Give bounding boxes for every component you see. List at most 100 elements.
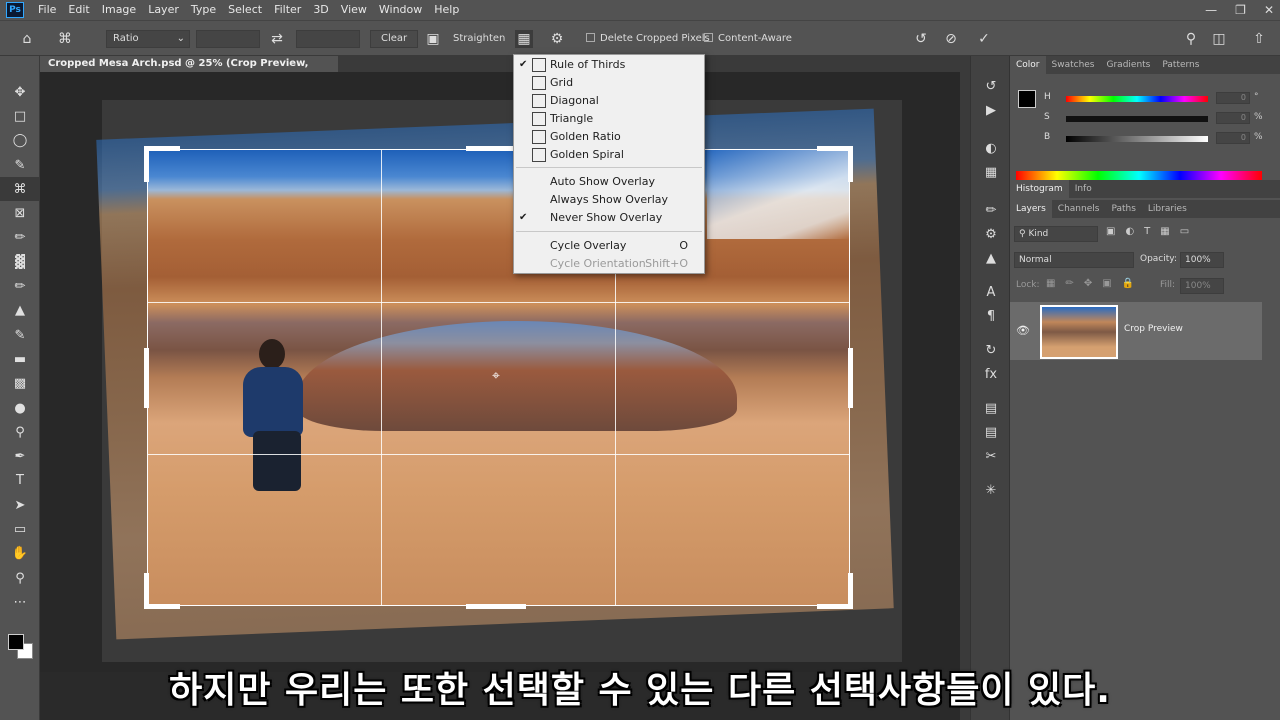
blur-tool-icon[interactable]: ● xyxy=(0,396,40,420)
rectangle-tool-icon[interactable]: ▭ xyxy=(0,517,40,541)
menu-help[interactable]: Help xyxy=(428,0,465,20)
cancel-icon[interactable]: ⊘ xyxy=(942,30,960,48)
marquee-tool-icon[interactable]: □ xyxy=(0,104,40,128)
notes-icon[interactable]: ▤ xyxy=(971,396,1011,420)
character-icon[interactable]: A xyxy=(971,280,1011,304)
crop-handle-top-left[interactable] xyxy=(144,146,180,151)
properties-icon[interactable]: ▦ xyxy=(971,160,1011,184)
brush-settings-icon[interactable]: ⚙ xyxy=(971,222,1011,246)
gradient-tool-icon[interactable]: ▩ xyxy=(0,372,40,396)
tools-scissors-icon[interactable]: ✂ xyxy=(971,444,1011,468)
crop-handle-left[interactable] xyxy=(144,348,149,408)
close-icon[interactable]: ✕ xyxy=(1264,3,1274,17)
move-tool-icon[interactable]: ✥ xyxy=(0,80,40,104)
tab-histogram[interactable]: Histogram xyxy=(1010,180,1069,198)
menu-select[interactable]: Select xyxy=(222,0,268,20)
brightness-slider[interactable]: B 0 % xyxy=(1044,132,1263,146)
history-icon[interactable]: ↺ xyxy=(971,74,1011,98)
quick-select-tool-icon[interactable]: ✎ xyxy=(0,153,40,177)
hue-slider[interactable]: H 0 ° xyxy=(1044,92,1259,106)
brush-tool-icon[interactable]: ✏ xyxy=(0,274,40,298)
zoom-tool-icon[interactable]: ⚲ xyxy=(0,566,40,590)
lock-icons[interactable]: ▦✏✥▣🔒 xyxy=(1046,278,1144,289)
scroll-strip[interactable] xyxy=(960,56,970,720)
menu-diagonal[interactable]: Diagonal xyxy=(514,92,704,110)
brushes-icon[interactable]: ✏ xyxy=(971,198,1011,222)
overlay-grid-icon[interactable]: ▦ xyxy=(515,30,533,48)
swap-icon[interactable]: ⇄ xyxy=(268,30,286,48)
restore-icon[interactable]: ❐ xyxy=(1235,3,1246,17)
tab-layers[interactable]: Layers xyxy=(1010,200,1052,218)
tab-patterns[interactable]: Patterns xyxy=(1156,56,1205,74)
menu-never-show-overlay[interactable]: ✔ Never Show Overlay xyxy=(514,209,704,227)
hand-tool-icon[interactable]: ✋ xyxy=(0,542,40,566)
opacity-field[interactable]: 100% xyxy=(1180,252,1224,268)
workspace-icon[interactable]: ◫ xyxy=(1210,30,1228,48)
tab-gradients[interactable]: Gradients xyxy=(1101,56,1157,74)
menu-3d[interactable]: 3D xyxy=(307,0,334,20)
menu-rule-of-thirds[interactable]: ✔ Rule of Thirds xyxy=(514,56,704,74)
menu-triangle[interactable]: Triangle xyxy=(514,110,704,128)
tab-color[interactable]: Color xyxy=(1010,56,1046,74)
crop-handle-bottom[interactable] xyxy=(466,604,526,609)
crop-handle-right[interactable] xyxy=(848,348,853,408)
content-aware-checkbox[interactable]: Content-Aware xyxy=(704,30,792,48)
layer-kind-filter[interactable]: ⚲ Kind xyxy=(1014,226,1098,242)
timeline-icon[interactable]: ↻ xyxy=(971,338,1011,362)
color-swatches[interactable] xyxy=(8,634,34,660)
menu-type[interactable]: Type xyxy=(185,0,222,20)
menu-window[interactable]: Window xyxy=(373,0,428,20)
menu-image[interactable]: Image xyxy=(96,0,142,20)
menu-cycle-overlay[interactable]: Cycle Overlay O xyxy=(514,237,704,255)
settings-gear-icon[interactable]: ⚙ xyxy=(548,30,566,48)
canvas-area[interactable]: ⌖ xyxy=(40,72,960,672)
menu-file[interactable]: File xyxy=(32,0,62,20)
type-tool-icon[interactable]: T xyxy=(0,469,40,493)
crop-tool-preset-icon[interactable]: ⌘ xyxy=(56,30,74,48)
crop-tool-icon[interactable]: ⌘ xyxy=(0,177,40,202)
fg-color-chip[interactable] xyxy=(1018,90,1036,108)
commit-check-icon[interactable]: ✓ xyxy=(975,30,993,48)
reset-icon[interactable]: ↺ xyxy=(912,30,930,48)
layer-row-crop-preview[interactable]: 👁 Crop Preview xyxy=(1010,302,1262,360)
path-select-tool-icon[interactable]: ➤ xyxy=(0,493,40,517)
menu-edit[interactable]: Edit xyxy=(62,0,95,20)
dodge-tool-icon[interactable]: ⚲ xyxy=(0,420,40,444)
frame-tool-icon[interactable]: ⊠ xyxy=(0,201,40,225)
saturation-slider[interactable]: S 0 % xyxy=(1044,112,1263,126)
adjustments-icon[interactable]: ◐ xyxy=(971,136,1011,160)
actions-play-icon[interactable]: ▶ xyxy=(971,98,1011,122)
minimize-icon[interactable]: — xyxy=(1205,3,1217,17)
more-tools-icon[interactable]: ⋯ xyxy=(0,590,40,614)
history-brush-tool-icon[interactable]: ✎ xyxy=(0,323,40,347)
healing-brush-tool-icon[interactable]: ▓ xyxy=(0,250,40,274)
foreground-color-swatch[interactable] xyxy=(8,634,24,650)
fill-field[interactable]: 100% xyxy=(1180,278,1224,294)
menu-always-show-overlay[interactable]: Always Show Overlay xyxy=(514,191,704,209)
share-icon[interactable]: ⇧ xyxy=(1250,30,1268,48)
lasso-tool-icon[interactable]: ◯ xyxy=(0,129,40,153)
menu-grid[interactable]: Grid xyxy=(514,74,704,92)
height-field[interactable] xyxy=(296,30,360,48)
menu-filter[interactable]: Filter xyxy=(268,0,307,20)
eraser-tool-icon[interactable]: ▬ xyxy=(0,347,40,371)
layer-filter-icons[interactable]: ▣◐T▦▭ xyxy=(1106,226,1199,237)
pen-tool-icon[interactable]: ✒ xyxy=(0,444,40,468)
visibility-eye-icon[interactable]: 👁 xyxy=(1016,324,1030,337)
search-icon[interactable]: ⚲ xyxy=(1182,30,1200,48)
clone-source-icon[interactable]: ▲ xyxy=(971,246,1011,270)
home-icon[interactable]: ⌂ xyxy=(18,30,36,48)
crop-handle-bottom-left[interactable] xyxy=(144,604,180,609)
menu-auto-show-overlay[interactable]: Auto Show Overlay xyxy=(514,173,704,191)
tab-swatches[interactable]: Swatches xyxy=(1046,56,1101,74)
straighten-button[interactable]: Straighten xyxy=(453,30,505,48)
tab-paths[interactable]: Paths xyxy=(1105,200,1141,218)
clear-button[interactable]: Clear xyxy=(370,30,419,48)
menu-golden-spiral[interactable]: Golden Spiral xyxy=(514,146,704,164)
3d-icon[interactable]: ✳ xyxy=(971,478,1011,502)
tab-libraries[interactable]: Libraries xyxy=(1142,200,1193,218)
tab-info[interactable]: Info xyxy=(1069,180,1098,198)
clone-stamp-tool-icon[interactable]: ▲ xyxy=(0,299,40,323)
ratio-select[interactable]: Ratio ⌄ xyxy=(106,30,190,48)
menu-view[interactable]: View xyxy=(335,0,373,20)
